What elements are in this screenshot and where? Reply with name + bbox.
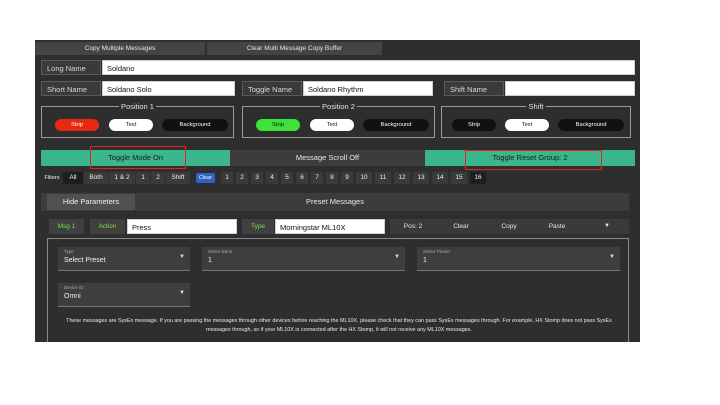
filter-clear-button[interactable]: Clear (196, 173, 215, 183)
position-1-background-button[interactable]: Background (162, 119, 228, 131)
shift-background-button[interactable]: Background (558, 119, 624, 131)
toggle-name-input[interactable]: Soldano Rhythm (303, 81, 433, 96)
select-bank-dropdown[interactable]: Select Bank 1 ▼ (202, 247, 405, 271)
position-2-background-button[interactable]: Background (363, 119, 429, 131)
chevron-down-icon: ▼ (179, 254, 185, 260)
shift-name-input[interactable] (505, 81, 635, 96)
filter-number-15[interactable]: 15 (451, 172, 467, 184)
copy-multiple-messages-button[interactable]: Copy Multiple Messages (35, 42, 205, 55)
filter-number-6[interactable]: 6 (296, 172, 308, 184)
select-bank-value: 1 (208, 257, 212, 264)
filter-number-4[interactable]: 4 (266, 172, 278, 184)
select-bank-caption: Select Bank (208, 249, 233, 254)
position-1-strip-button[interactable]: Strip (55, 119, 99, 131)
clear-copy-buffer-button[interactable]: Clear Multi Message Copy Buffer (207, 42, 382, 55)
filter-number-5[interactable]: 5 (281, 172, 293, 184)
filter-number-3[interactable]: 3 (251, 172, 263, 184)
filter-number-8[interactable]: 8 (326, 172, 338, 184)
position-2-title: Position 2 (320, 102, 357, 111)
filter-number-9[interactable]: 9 (341, 172, 353, 184)
type-value: Select Preset (64, 257, 106, 264)
highlight-box-reset-group (465, 150, 602, 170)
device-id-value: Omni (64, 293, 81, 300)
sysex-note: These messages are SysEx message. If you… (66, 318, 612, 333)
position-1-text-button[interactable]: Text (109, 119, 153, 131)
device-id-caption: Device ID (64, 285, 84, 290)
preset-messages-header: Preset Messages Hide Parameters (41, 193, 629, 211)
type-dropdown[interactable]: Type Select Preset ▼ (58, 247, 190, 271)
chevron-down-icon: ▼ (609, 254, 615, 260)
filter-number-12[interactable]: 12 (394, 172, 410, 184)
filter-number-16[interactable]: 16 (470, 172, 486, 184)
type-label: Type (242, 219, 274, 234)
caret-down-icon[interactable]: ▼ (597, 219, 617, 234)
action-label: Action (90, 219, 125, 234)
message-paste-button[interactable]: Paste (539, 219, 575, 234)
filter-number-11[interactable]: 11 (375, 172, 391, 184)
position-2-strip-button[interactable]: Strip (256, 119, 300, 131)
position-2-group: Position 2 Strip Text Background (242, 102, 435, 138)
select-preset-caption: Select Preset (423, 249, 450, 254)
position-1-title: Position 1 (119, 102, 156, 111)
editor-window: Copy Multiple Messages Clear Multi Messa… (35, 40, 640, 342)
filter-1[interactable]: 1 (136, 172, 150, 184)
filter-number-13[interactable]: 13 (413, 172, 429, 184)
filter-1-and-2[interactable]: 1 & 2 (109, 172, 135, 184)
parameters-panel: Type Select Preset ▼ Select Bank 1 ▼ Sel… (47, 238, 629, 342)
message-scroll-button[interactable]: Message Scroll Off (230, 150, 425, 166)
filter-2[interactable]: 2 (151, 172, 165, 184)
filter-bar: Filters All Both 1 & 2 1 2 Shift Clear 1… (41, 172, 640, 184)
toggle-name-label: Toggle Name (242, 81, 302, 96)
device-id-dropdown[interactable]: Device ID Omni ▼ (58, 283, 190, 307)
type-input[interactable]: Morningstar ML10X (275, 219, 385, 234)
shift-strip-button[interactable]: Strip (452, 119, 496, 131)
filter-number-2[interactable]: 2 (236, 172, 248, 184)
shift-text-button[interactable]: Text (505, 119, 549, 131)
position-2-text-button[interactable]: Text (310, 119, 354, 131)
message-copy-button[interactable]: Copy (491, 219, 527, 234)
highlight-box-toggle-mode (90, 146, 186, 169)
hide-parameters-button[interactable]: Hide Parameters (47, 194, 135, 210)
shift-name-label: Shift Name (444, 81, 504, 96)
short-name-input[interactable]: Soldano Solo (102, 81, 235, 96)
filter-number-1[interactable]: 1 (221, 172, 233, 184)
message-clear-button[interactable]: Clear (443, 219, 479, 234)
long-name-input[interactable]: Soldano (102, 60, 635, 75)
filters-label: Filters (44, 175, 60, 181)
chevron-down-icon: ▼ (394, 254, 400, 260)
filter-both[interactable]: Both (84, 172, 108, 184)
filter-all[interactable]: All (63, 172, 83, 184)
msg-number-label: Msg 1 (49, 219, 84, 234)
position-indicator[interactable]: Pos: 2 (395, 219, 431, 234)
type-caption: Type (64, 249, 74, 254)
position-1-group: Position 1 Strip Text Background (41, 102, 234, 138)
shift-title: Shift (526, 102, 546, 111)
select-preset-dropdown[interactable]: Select Preset 1 ▼ (417, 247, 620, 271)
action-input[interactable]: Press (127, 219, 237, 234)
chevron-down-icon: ▼ (179, 290, 185, 296)
shift-group: Shift Strip Text Background (441, 102, 631, 138)
long-name-label: Long Name (41, 60, 101, 75)
filter-shift[interactable]: Shift (166, 172, 190, 184)
filter-number-14[interactable]: 14 (432, 172, 448, 184)
short-name-label: Short Name (41, 81, 101, 96)
filter-number-7[interactable]: 7 (311, 172, 323, 184)
filter-number-10[interactable]: 10 (356, 172, 372, 184)
select-preset-value: 1 (423, 257, 427, 264)
